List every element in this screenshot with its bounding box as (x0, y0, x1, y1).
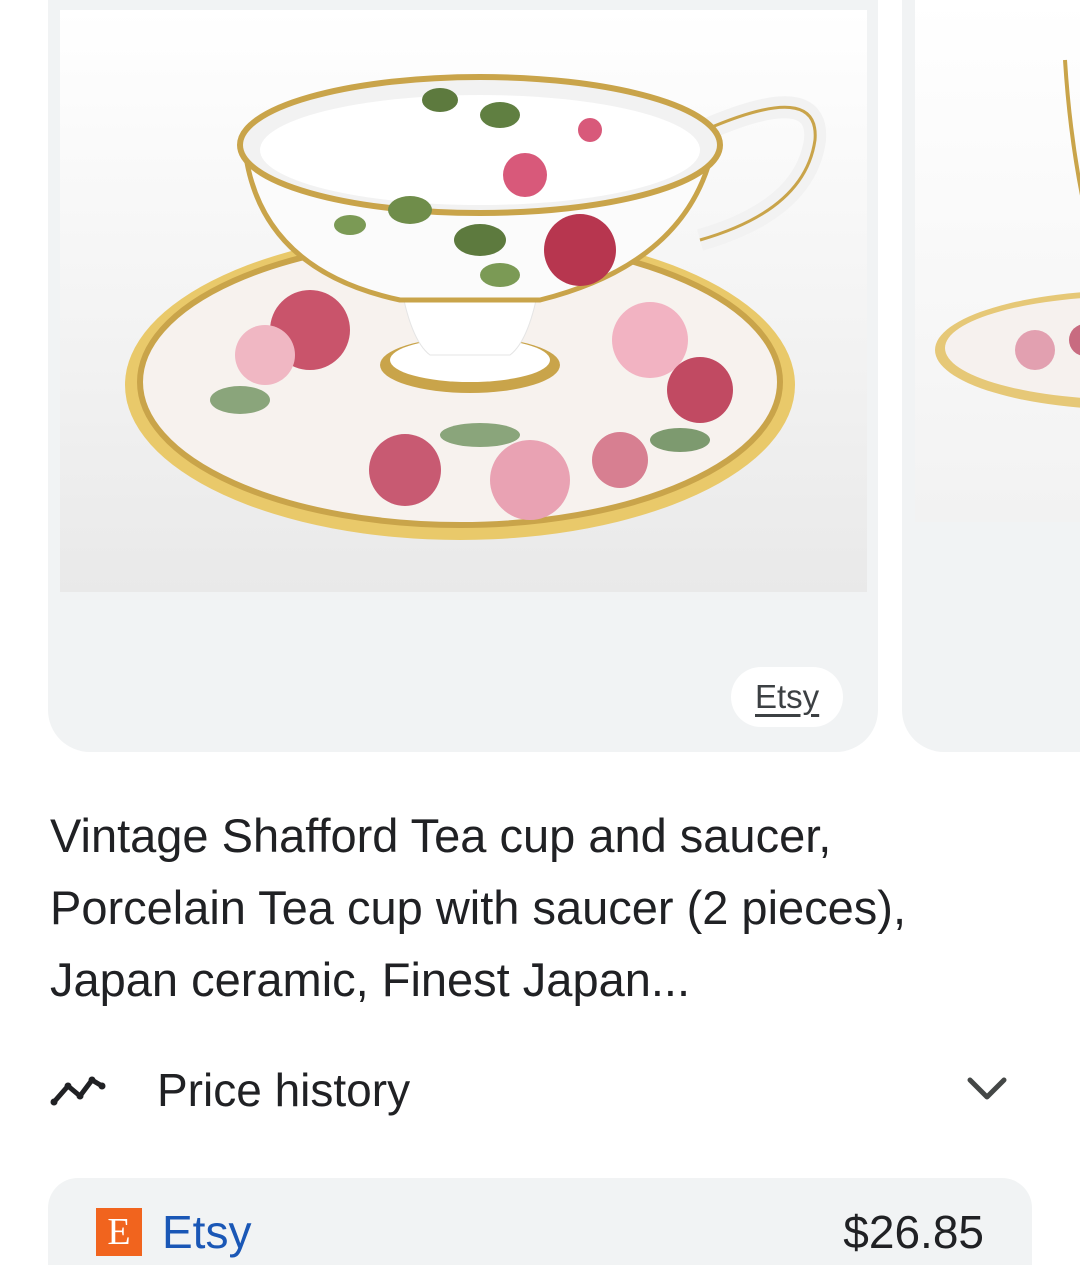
image-carousel[interactable]: Etsy (0, 0, 1080, 752)
teacup-illustration (125, 74, 827, 540)
next-teacup-illustration (935, 59, 1080, 408)
chevron-down-icon[interactable] (966, 1074, 1008, 1104)
product-detail-page: Etsy Vintage Shafford Tea cup and saucer… (0, 0, 1080, 1265)
etsy-logo-icon: E (96, 1208, 142, 1256)
product-image[interactable] (60, 10, 867, 592)
price-history-label: Price history (157, 1064, 411, 1116)
offer-price: $26.85 (843, 1206, 984, 1258)
trending-line-icon (50, 1076, 106, 1106)
seller-link[interactable]: Etsy (162, 1202, 251, 1262)
price-history-row[interactable]: Price history (0, 1050, 1080, 1130)
next-product-image[interactable] (915, 0, 1080, 522)
offer-row[interactable]: E Etsy $26.85 (48, 1178, 1032, 1265)
image-card[interactable]: Etsy (48, 0, 878, 752)
next-image-card[interactable] (902, 0, 1080, 752)
source-chip[interactable]: Etsy (731, 667, 844, 727)
product-title: Vintage Shafford Tea cup and saucer, Por… (50, 809, 907, 1006)
